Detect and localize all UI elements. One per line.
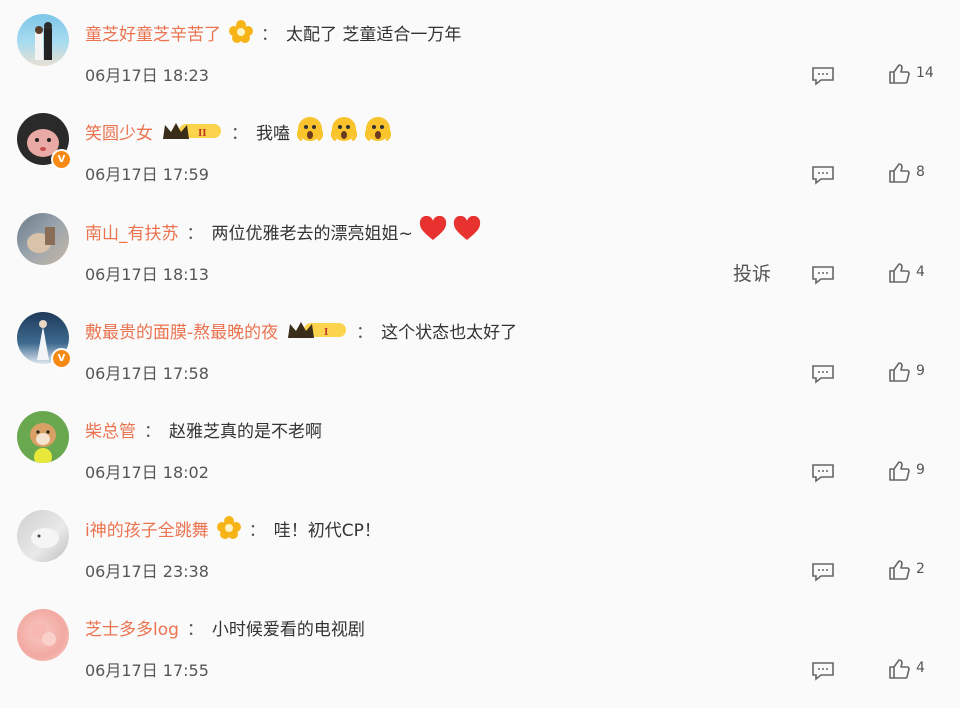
scream-emoji-icon xyxy=(364,115,392,148)
comment-item: V 笑圆少女 II ： 我嗑 06月17日 17:59 8 xyxy=(0,113,960,212)
like-thumb-icon[interactable] xyxy=(888,262,910,284)
comment-line: 南山_有扶苏 ： 两位优雅老去的漂亮姐姐~ xyxy=(85,215,481,247)
heart-emoji-icon xyxy=(419,215,447,247)
member-flower-badge-icon xyxy=(229,20,253,44)
like-count: 9 xyxy=(916,363,925,379)
like-count: 4 xyxy=(916,264,925,280)
crown-level-text: I xyxy=(324,326,328,338)
like-thumb-icon[interactable] xyxy=(888,559,910,581)
comment-item: i神的孩子全跳舞 ： 哇！初代CP！ 06月17日 23:38 2 xyxy=(0,510,960,609)
like-thumb-icon[interactable] xyxy=(888,460,910,482)
comment-item: 童芝好童芝辛苦了 ： 太配了 芝童适合一万年 06月17日 18:23 14 xyxy=(0,14,960,113)
crown-level-badge-icon: I xyxy=(286,318,348,342)
comment-item: 柴总管 ： 赵雅芝真的是不老啊 06月17日 18:02 9 xyxy=(0,411,960,510)
reply-comment-icon[interactable] xyxy=(811,265,835,285)
like-count: 2 xyxy=(916,561,925,577)
timestamp: 06月17日 23:38 xyxy=(85,562,209,581)
like-count: 14 xyxy=(916,65,934,81)
comment-line: 笑圆少女 II ： 我嗑 xyxy=(85,116,392,146)
comment-item: 南山_有扶苏 ： 两位优雅老去的漂亮姐姐~ 06月17日 18:13 投诉 4 xyxy=(0,213,960,312)
heart-emoji-icon xyxy=(453,215,481,247)
crown-level-text: II xyxy=(198,127,207,139)
avatar[interactable] xyxy=(17,411,69,463)
crown-level-badge-icon: II xyxy=(161,119,223,143)
comment-text: 赵雅芝真的是不老啊 xyxy=(169,421,322,442)
avatar[interactable] xyxy=(17,213,69,265)
scream-emoji-icon xyxy=(296,115,324,148)
comment-list: 童芝好童芝辛苦了 ： 太配了 芝童适合一万年 06月17日 18:23 14 V… xyxy=(0,0,960,689)
timestamp: 06月17日 18:13 xyxy=(85,265,209,284)
comment-text: 哇！初代CP！ xyxy=(273,520,381,541)
like-count: 8 xyxy=(916,164,925,180)
reply-comment-icon[interactable] xyxy=(811,463,835,483)
comment-line: 芝士多多log ： 小时候爱看的电视剧 xyxy=(85,612,365,642)
avatar[interactable] xyxy=(17,510,69,562)
username-link[interactable]: 芝士多多log xyxy=(85,615,179,640)
username-link[interactable]: 南山_有扶苏 xyxy=(85,219,179,244)
reply-comment-icon[interactable] xyxy=(811,165,835,185)
reply-comment-icon[interactable] xyxy=(811,661,835,681)
timestamp: 06月17日 18:23 xyxy=(85,66,209,85)
reply-comment-icon[interactable] xyxy=(811,562,835,582)
avatar[interactable] xyxy=(17,14,69,66)
comment-item: 芝士多多log ： 小时候爱看的电视剧 06月17日 17:55 4 xyxy=(0,609,960,708)
comment-line: 敷最贵的面膜-熬最晚的夜 I ： 这个状态也太好了 xyxy=(85,315,517,345)
like-count: 9 xyxy=(916,462,925,478)
timestamp: 06月17日 18:02 xyxy=(85,463,209,482)
comment-text: 小时候爱看的电视剧 xyxy=(211,619,365,640)
reply-comment-icon[interactable] xyxy=(811,66,835,86)
colon: ： xyxy=(356,322,374,343)
comment-line: 童芝好童芝辛苦了 ： 太配了 芝童适合一万年 xyxy=(85,17,461,47)
colon: ： xyxy=(261,24,278,45)
timestamp: 06月17日 17:58 xyxy=(85,364,209,383)
comment-line: 柴总管 ： 赵雅芝真的是不老啊 xyxy=(85,414,322,444)
like-thumb-icon[interactable] xyxy=(888,658,910,680)
scream-emoji-icon xyxy=(330,115,358,148)
verified-badge-icon: V xyxy=(51,348,72,369)
like-thumb-icon[interactable] xyxy=(888,162,910,184)
avatar[interactable] xyxy=(17,609,69,661)
reply-comment-icon[interactable] xyxy=(811,364,835,384)
username-link[interactable]: i神的孩子全跳舞 xyxy=(85,516,209,541)
colon: ： xyxy=(186,619,204,640)
colon: ： xyxy=(231,123,248,144)
username-link[interactable]: 童芝好童芝辛苦了 xyxy=(85,20,221,45)
report-link[interactable]: 投诉 xyxy=(733,259,771,286)
comment-line: i神的孩子全跳舞 ： 哇！初代CP！ xyxy=(85,513,381,543)
like-thumb-icon[interactable] xyxy=(888,63,910,85)
comment-text: 两位优雅老去的漂亮姐姐~ xyxy=(211,223,413,244)
verified-badge-icon: V xyxy=(51,149,72,170)
username-link[interactable]: 敷最贵的面膜-熬最晚的夜 xyxy=(85,318,278,343)
username-link[interactable]: 笑圆少女 xyxy=(85,119,153,144)
username-link[interactable]: 柴总管 xyxy=(85,417,136,442)
comment-item: V 敷最贵的面膜-熬最晚的夜 I ： 这个状态也太好了 06月17日 17:58… xyxy=(0,312,960,411)
like-thumb-icon[interactable] xyxy=(888,361,910,383)
colon: ： xyxy=(186,223,204,244)
colon: ： xyxy=(248,520,266,541)
comment-text: 太配了 芝童适合一万年 xyxy=(286,24,462,45)
comment-text: 我嗑 xyxy=(256,123,290,144)
colon: ： xyxy=(144,421,161,442)
member-flower-badge-icon xyxy=(216,516,241,540)
timestamp: 06月17日 17:59 xyxy=(85,165,209,184)
comment-text: 这个状态也太好了 xyxy=(381,322,518,343)
timestamp: 06月17日 17:55 xyxy=(85,661,209,680)
like-count: 4 xyxy=(916,660,925,676)
